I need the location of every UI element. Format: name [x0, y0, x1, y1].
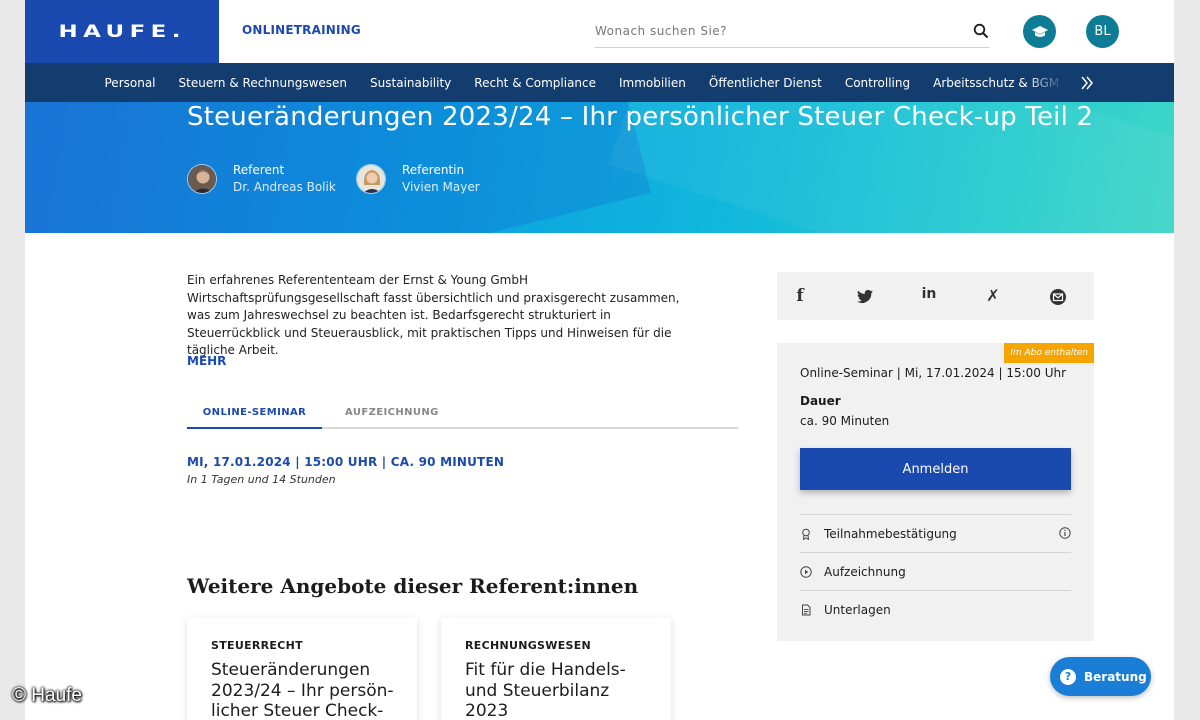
signup-button[interactable]: Anmelden	[800, 448, 1071, 490]
nav-item-steuern-rechnungswesen[interactable]: Steuern & Rechnungswesen	[179, 76, 348, 90]
offer-card-title: Fit für die Handels- und Steuerbilanz 20…	[465, 660, 626, 720]
nav-fade	[1025, 63, 1075, 102]
play-circle-icon	[800, 565, 812, 578]
search-input[interactable]	[595, 16, 955, 46]
main-navigation: Personal Steuern & Rechnungswesen Sustaina…	[25, 63, 1174, 102]
speaker-2-role: Referentin	[402, 163, 465, 177]
linkedin-icon[interactable]: in	[919, 286, 939, 306]
facebook-icon[interactable]: f	[790, 286, 810, 306]
offer-card-category: STEUERRECHT	[211, 639, 303, 652]
nav-item-recht-compliance[interactable]: Recht & Compliance	[474, 76, 596, 90]
hero-banner: Steueränderungen 2023/24 – Ihr persönlic…	[25, 102, 1174, 233]
page-title: Steueränderungen 2023/24 – Ihr persönlic…	[187, 102, 1094, 132]
session-date: MI, 17.01.2024 | 15:00 UHR | CA. 90 MINU…	[187, 455, 505, 469]
twitter-icon[interactable]	[855, 287, 875, 307]
product-label[interactable]: ONLINETRAINING	[242, 23, 361, 37]
certificate-icon	[802, 528, 810, 540]
tab-online-seminar[interactable]: ONLINE-SEMINAR	[187, 407, 322, 429]
seminar-description: Ein erfahrenes Referententeam der Ernst …	[187, 273, 680, 358]
nav-scroll-right-icon[interactable]	[1077, 73, 1097, 93]
booking-panel: Im Abo enthalten Online-Seminar | Mi, 17…	[777, 343, 1094, 641]
speaker-2-name: Vivien Mayer	[402, 180, 480, 194]
feature-recording: Aufzeichnung	[800, 552, 1071, 590]
nav-item-personal[interactable]: Personal	[105, 76, 156, 90]
feature-label: Unterlagen	[824, 602, 891, 617]
feature-certificate: Teilnahmebestätigung	[800, 514, 1071, 552]
haufe-logo[interactable]: HAUFE.	[25, 0, 219, 63]
xing-icon[interactable]: ✗	[983, 286, 1003, 306]
speaker-1-role: Referent	[233, 163, 285, 177]
tab-recording[interactable]: AUFZEICHNUNG	[345, 407, 439, 418]
mail-icon[interactable]	[1048, 287, 1068, 307]
offer-card[interactable]: RECHNUNGSWESEN Fit für die Handels- und …	[441, 618, 671, 720]
session-countdown: In 1 Tagen und 14 Stunden	[187, 473, 336, 486]
share-bar: f in ✗	[777, 272, 1094, 320]
related-offers-heading: Weitere Angebote dieser Referent:innen	[187, 574, 639, 598]
logo-text: HAUFE.	[58, 21, 186, 42]
graduation-cap-button[interactable]	[1023, 15, 1056, 48]
subscription-badge: Im Abo enthalten	[1004, 343, 1094, 363]
offer-card-category: RECHNUNGSWESEN	[465, 639, 592, 652]
duration-value: ca. 90 Minuten	[800, 414, 890, 428]
graduation-cap-icon	[1031, 25, 1048, 37]
nav-items: Personal Steuern & Rechnungswesen Sustaina…	[93, 63, 1073, 102]
user-avatar-button[interactable]: BL	[1086, 15, 1119, 48]
top-bar: HAUFE. ONLINETRAINING BL	[25, 0, 1174, 63]
copyright-watermark: © Haufe	[12, 685, 82, 706]
duration-label: Dauer	[800, 394, 841, 408]
offer-card[interactable]: STEUERRECHT Steueränderungen 2023/24 – I…	[187, 618, 417, 720]
nav-item-sustainability[interactable]: Sustainability	[370, 76, 451, 90]
feature-documents: Unterlagen	[800, 590, 1071, 628]
speaker-1-avatar	[187, 164, 217, 194]
speaker-2-avatar	[356, 164, 386, 194]
offer-card-title: Steueränderungen 2023/24 – Ihr persön-li…	[211, 660, 394, 720]
seminar-tabs: ONLINE-SEMINAR AUFZEICHNUNG	[187, 402, 738, 429]
nav-item-öffentlicher-dienst[interactable]: Öffentlicher Dienst	[709, 76, 822, 90]
advice-label: Beratung	[1084, 669, 1147, 684]
nav-item-immobilien[interactable]: Immobilien	[619, 76, 686, 90]
info-icon[interactable]	[1059, 527, 1071, 539]
feature-label: Teilnahmebestätigung	[824, 526, 957, 541]
search-icon[interactable]	[973, 23, 989, 39]
question-icon: ?	[1060, 668, 1076, 685]
document-icon	[802, 604, 811, 615]
search-bar	[595, 16, 989, 48]
feature-label: Aufzeichnung	[824, 564, 906, 579]
speaker-1-name: Dr. Andreas Bolik	[233, 180, 336, 194]
more-link[interactable]: MEHR	[187, 354, 226, 368]
booking-type-line: Online-Seminar | Mi, 17.01.2024 | 15:00 …	[800, 366, 1067, 380]
speaker-2[interactable]: Referentin Vivien Mayer	[356, 162, 480, 196]
nav-item-controlling[interactable]: Controlling	[845, 76, 910, 90]
browser-page: HAUFE. ONLINETRAINING BL Personal Steuern…	[25, 0, 1174, 720]
advice-button[interactable]: ? Beratung	[1050, 657, 1151, 696]
speaker-1[interactable]: Referent Dr. Andreas Bolik	[187, 162, 336, 196]
